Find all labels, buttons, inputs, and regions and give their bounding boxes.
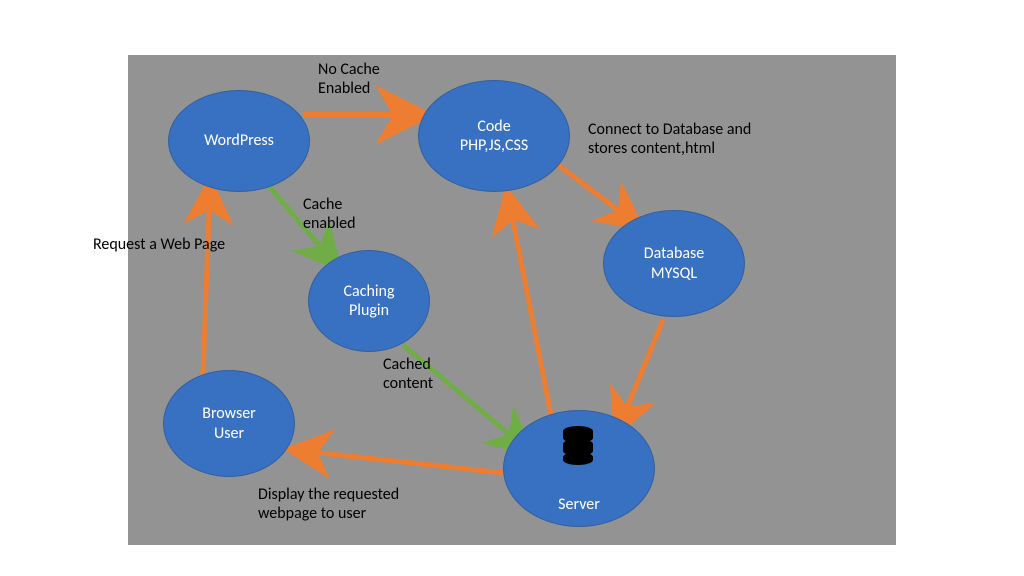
label-connect-db: Connect to Database and stores content,h…	[588, 120, 751, 158]
node-database-label: Database MYSQL	[644, 244, 704, 282]
node-caching-plugin-label: Caching Plugin	[344, 282, 395, 320]
diagram-canvas: WordPress Code PHP,JS,CSS Database MYSQL…	[128, 55, 896, 545]
node-browser-user-label: Browser User	[202, 404, 256, 442]
node-code-label: Code PHP,JS,CSS	[460, 117, 528, 155]
arrow-server-to-code	[508, 195, 553, 425]
node-wordpress-label: WordPress	[204, 131, 274, 150]
node-database: Database MYSQL	[603, 210, 745, 317]
arrow-code-to-database	[558, 165, 638, 225]
arrow-database-to-server	[618, 320, 663, 430]
database-icon	[561, 425, 595, 465]
label-cached-content: Cached content	[383, 355, 433, 393]
node-browser-user: Browser User	[163, 370, 295, 477]
arrow-server-to-browser	[293, 450, 523, 475]
arrow-browser-to-wordpress	[203, 185, 210, 375]
label-display-page: Display the requested webpage to user	[258, 485, 399, 523]
node-code: Code PHP,JS,CSS	[418, 80, 570, 192]
node-wordpress: WordPress	[168, 90, 310, 192]
label-request-page: Request a Web Page	[93, 235, 253, 254]
label-cache-enabled: Cache enabled	[303, 195, 355, 233]
node-server-label: Server	[558, 495, 600, 514]
node-caching-plugin: Caching Plugin	[308, 250, 430, 352]
label-no-cache: No Cache Enabled	[318, 60, 380, 98]
